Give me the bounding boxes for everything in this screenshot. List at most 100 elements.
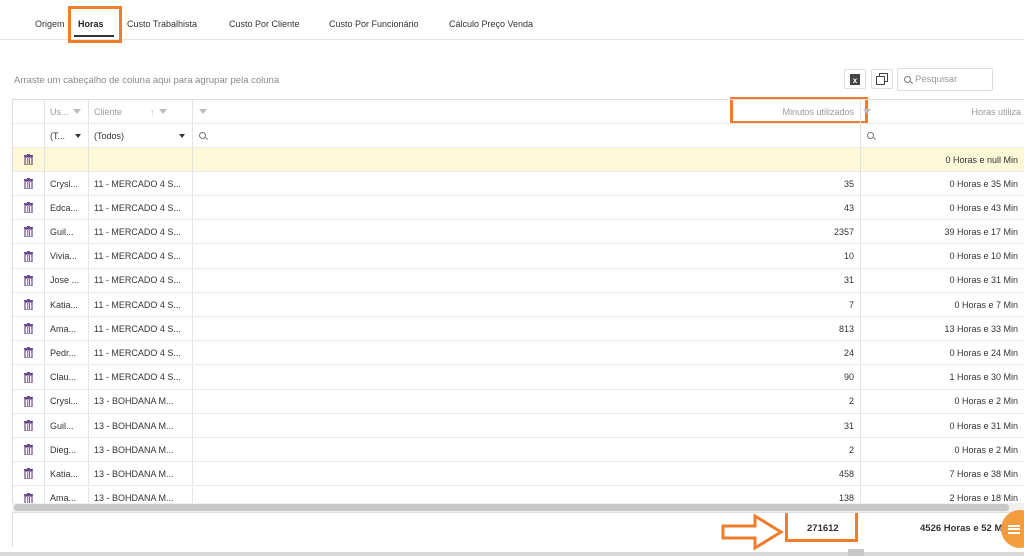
filter-icon[interactable] <box>199 109 207 114</box>
delete-button[interactable] <box>13 341 45 365</box>
cell-usuario[interactable]: Vivia... <box>45 244 89 268</box>
cell-usuario[interactable]: Jose ... <box>45 268 89 292</box>
cell-usuario[interactable]: Crysl... <box>45 389 89 413</box>
delete-button[interactable] <box>13 148 45 171</box>
table-row[interactable]: Crysl... 13 - BOHDANA M... 2 0 Horas e 2 Mi… <box>13 389 1024 414</box>
delete-button[interactable] <box>13 196 45 220</box>
delete-button[interactable] <box>13 365 45 389</box>
table-row[interactable]: Katia... 13 - BOHDANA M... 458 7 Horas e 38… <box>13 462 1024 487</box>
cell-cliente[interactable]: 11 - MERCADO 4 S... <box>89 196 193 220</box>
tab-horas[interactable]: Horas <box>78 19 104 29</box>
cell-usuario[interactable]: Crysl... <box>45 172 89 195</box>
cell-minutos[interactable]: 7 <box>193 293 861 316</box>
cell-minutos[interactable]: 31 <box>193 268 861 292</box>
cell-usuario[interactable]: Pedr... <box>45 341 89 365</box>
cell-usuario[interactable] <box>45 148 89 171</box>
table-row[interactable]: Guil... 11 - MERCADO 4 S... 2357 39 Horas e… <box>13 220 1024 245</box>
cell-minutos[interactable]: 31 <box>193 414 861 437</box>
export-excel-button[interactable]: x <box>844 69 866 89</box>
delete-button[interactable] <box>13 293 45 316</box>
cell-cliente[interactable]: 11 - MERCADO 4 S... <box>89 365 193 389</box>
cell-cliente[interactable]: 11 - MERCADO 4 S... <box>89 293 193 316</box>
delete-button[interactable] <box>13 268 45 292</box>
horizontal-scrollbar[interactable] <box>12 503 1024 512</box>
cell-minutos[interactable]: 90 <box>193 365 861 389</box>
tab-calculo-preco-venda[interactable]: Cálculo Preço Venda <box>449 19 533 29</box>
delete-button[interactable] <box>13 462 45 486</box>
cell-minutos[interactable]: 813 <box>193 317 861 341</box>
cell-cliente[interactable] <box>89 148 193 171</box>
scrollbar-thumb[interactable] <box>14 504 1009 511</box>
tab-custo-por-cliente[interactable]: Custo Por Cliente <box>229 19 300 29</box>
cell-cliente[interactable]: 13 - BOHDANA M... <box>89 438 193 462</box>
table-row[interactable]: Clau... 11 - MERCADO 4 S... 90 1 Horas e 30… <box>13 365 1024 390</box>
filter-icon[interactable] <box>863 109 871 114</box>
filter-input-minutos[interactable] <box>193 124 861 147</box>
column-chooser-button[interactable] <box>871 69 893 89</box>
tab-custo-por-funcionario[interactable]: Custo Por Funcionário <box>329 19 419 29</box>
table-row[interactable]: Pedr... 11 - MERCADO 4 S... 24 0 Horas e 24… <box>13 341 1024 366</box>
cell-minutos[interactable]: 43 <box>193 196 861 220</box>
delete-button[interactable] <box>13 414 45 437</box>
table-row[interactable]: Vivia... 11 - MERCADO 4 S... 10 0 Horas e 1… <box>13 244 1024 269</box>
column-header-horas[interactable]: Horas utiliza <box>861 100 1024 123</box>
cell-cliente[interactable]: 13 - BOHDANA M... <box>89 389 193 413</box>
cell-cliente[interactable]: 11 - MERCADO 4 S... <box>89 268 193 292</box>
column-header-cliente[interactable]: Cliente ↑ <box>89 100 193 123</box>
cell-cliente[interactable]: 11 - MERCADO 4 S... <box>89 172 193 195</box>
table-row[interactable]: Edca... 11 - MERCADO 4 S... 43 0 Horas e 43… <box>13 196 1024 221</box>
delete-button[interactable] <box>13 438 45 462</box>
cell-cliente[interactable]: 13 - BOHDANA M... <box>89 414 193 437</box>
cell-usuario[interactable]: Katia... <box>45 293 89 316</box>
table-row[interactable]: Ama... 11 - MERCADO 4 S... 813 13 Horas e 3… <box>13 317 1024 342</box>
cell-minutos[interactable]: 2 <box>193 389 861 413</box>
delete-button[interactable] <box>13 172 45 195</box>
tab-origem[interactable]: Origem <box>35 19 65 29</box>
trash-icon <box>24 226 33 238</box>
search-icon <box>867 132 874 139</box>
filter-select-cliente[interactable]: (Todos) <box>89 124 193 147</box>
cell-usuario[interactable]: Guil... <box>45 414 89 437</box>
filter-icon[interactable] <box>158 109 167 114</box>
page-scroll-thumb[interactable] <box>848 549 864 556</box>
cell-cliente[interactable]: 11 - MERCADO 4 S... <box>89 317 193 341</box>
table-row[interactable]: Katia... 11 - MERCADO 4 S... 7 0 Horas e 7 … <box>13 293 1024 317</box>
cell-cliente[interactable]: 11 - MERCADO 4 S... <box>89 220 193 244</box>
cell-usuario[interactable]: Katia... <box>45 462 89 486</box>
table-row[interactable]: Crysl... 11 - MERCADO 4 S... 35 0 Horas e 3… <box>13 172 1024 196</box>
delete-button[interactable] <box>13 317 45 341</box>
search-box[interactable] <box>897 68 993 91</box>
delete-button[interactable] <box>13 220 45 244</box>
cell-minutos[interactable] <box>193 148 861 171</box>
trash-icon <box>24 202 33 214</box>
cell-minutos[interactable]: 24 <box>193 341 861 365</box>
cell-usuario[interactable]: Clau... <box>45 365 89 389</box>
cell-cliente[interactable]: 11 - MERCADO 4 S... <box>89 341 193 365</box>
cell-usuario[interactable]: Ama... <box>45 317 89 341</box>
search-input[interactable] <box>915 74 983 85</box>
cell-minutos[interactable]: 35 <box>193 172 861 195</box>
column-header-minutos[interactable]: Minutos utilizados <box>193 100 861 123</box>
delete-button[interactable] <box>13 389 45 413</box>
delete-button[interactable] <box>13 244 45 268</box>
column-header-usuario[interactable]: Us... <box>45 100 89 123</box>
cell-minutos[interactable]: 10 <box>193 244 861 268</box>
table-row[interactable]: Guil... 13 - BOHDANA M... 31 0 Horas e 31 M… <box>13 414 1024 438</box>
group-panel[interactable]: Arraste um cabeçalho de coluna aqui para… <box>14 75 279 86</box>
cell-usuario[interactable]: Guil... <box>45 220 89 244</box>
table-row[interactable]: Dieg... 13 - BOHDANA M... 2 0 Horas e 2 Min <box>13 438 1024 463</box>
trash-icon <box>24 444 33 456</box>
filter-icon[interactable] <box>72 109 81 114</box>
cell-usuario[interactable]: Edca... <box>45 196 89 220</box>
cell-minutos[interactable]: 2357 <box>193 220 861 244</box>
cell-minutos[interactable]: 2 <box>193 438 861 462</box>
sort-asc-icon[interactable]: ↑ <box>150 107 155 117</box>
cell-cliente[interactable]: 13 - BOHDANA M... <box>89 462 193 486</box>
tab-custo-trabalhista[interactable]: Custo Trabalhista <box>127 19 197 29</box>
filter-select-usuario[interactable]: (T... <box>45 124 89 147</box>
filter-input-horas[interactable] <box>861 124 1024 147</box>
cell-usuario[interactable]: Dieg... <box>45 438 89 462</box>
cell-cliente[interactable]: 11 - MERCADO 4 S... <box>89 244 193 268</box>
table-row[interactable]: Jose ... 11 - MERCADO 4 S... 31 0 Horas e 3… <box>13 268 1024 293</box>
cell-minutos[interactable]: 458 <box>193 462 861 486</box>
